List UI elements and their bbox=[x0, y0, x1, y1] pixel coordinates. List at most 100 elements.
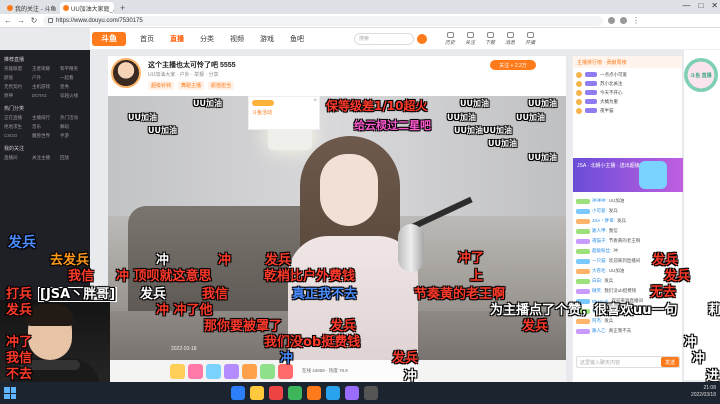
sidebar-item[interactable]: 主播排行 bbox=[32, 115, 58, 121]
rank-row[interactable]: 一点点小可爱 bbox=[576, 70, 679, 79]
danmaku-message: 我信 bbox=[68, 269, 95, 284]
rank-header[interactable]: 主播排行榜 · 贡献周榜 bbox=[573, 56, 682, 68]
rank-row[interactable]: 苏小北关注 bbox=[576, 79, 679, 88]
extension-icon[interactable] bbox=[608, 17, 615, 24]
nav-video[interactable]: 视频 bbox=[230, 34, 244, 44]
fan-badge bbox=[576, 328, 590, 334]
sidebar-section-title: 我的关注 bbox=[4, 146, 25, 152]
sidebar-item[interactable]: CSGO bbox=[4, 133, 30, 139]
fan-badge bbox=[585, 90, 597, 95]
new-tab-button[interactable]: + bbox=[116, 2, 129, 14]
nav-fishbar[interactable]: 鱼吧 bbox=[290, 34, 304, 44]
taskbar-app-icon[interactable] bbox=[345, 386, 359, 400]
taskbar-app-icon[interactable] bbox=[250, 386, 264, 400]
sidebar-item[interactable]: 英雄联盟 bbox=[4, 66, 30, 72]
room-meta: UU加油大家 · 户外 · 举报 · 分享 bbox=[148, 72, 219, 78]
nav-game[interactable]: 游戏 bbox=[260, 34, 274, 44]
ad-banner[interactable]: 斗鱼活动 × bbox=[248, 96, 320, 130]
rank-row[interactable]: 今天不开心 bbox=[576, 88, 679, 97]
taskbar-app-icon[interactable] bbox=[269, 386, 283, 400]
sidebar-item[interactable]: 主机游戏 bbox=[32, 84, 58, 90]
rank-row[interactable]: 大橘为重 bbox=[576, 97, 679, 106]
history-button[interactable]: 历史 bbox=[445, 31, 455, 46]
taskbar-app-icon[interactable] bbox=[307, 386, 321, 400]
browser-menu-icon[interactable]: ⋮ bbox=[632, 16, 640, 25]
windows-start-icon[interactable] bbox=[4, 387, 16, 399]
nav-category[interactable]: 分类 bbox=[200, 34, 214, 44]
gift-icon[interactable] bbox=[170, 363, 185, 379]
room-tag[interactable]: 超级铃铛 bbox=[148, 81, 175, 90]
taskbar-app-icon[interactable] bbox=[288, 386, 302, 400]
messages-button[interactable]: 消息 bbox=[505, 31, 515, 46]
sidebar-item[interactable]: 关注主播 bbox=[32, 155, 58, 161]
chat-message[interactable]: 冲冲冲: UU加油 bbox=[576, 196, 680, 206]
gift-icon[interactable] bbox=[206, 363, 221, 379]
sidebar-item[interactable]: 穿越火线 bbox=[60, 93, 86, 99]
sidebar-item[interactable]: 正在直播 bbox=[4, 115, 30, 121]
sidebar-item[interactable]: 魔兽世界 bbox=[32, 133, 58, 139]
sidebar-item[interactable]: 音乐 bbox=[32, 124, 58, 130]
danmaku-message: UU加油UU加油 bbox=[454, 126, 512, 135]
browser-tab-1[interactable]: 我的关注 - 斗鱼 ✕ bbox=[4, 2, 58, 14]
sidebar-item[interactable]: 一起看 bbox=[60, 75, 86, 81]
sidebar-item[interactable]: 无畏契约 bbox=[4, 84, 30, 90]
start-stream-button[interactable]: 开播 bbox=[525, 31, 535, 46]
sidebar-item[interactable]: 王者荣耀 bbox=[32, 66, 58, 72]
chat-message[interactable]: JSA丶胖哥: 发兵 bbox=[576, 216, 680, 226]
follow-list-button[interactable]: 关注 bbox=[465, 31, 475, 46]
system-clock[interactable]: 21:08 2022/03/18 bbox=[691, 385, 716, 399]
taskbar-app-icon[interactable] bbox=[364, 386, 378, 400]
sidebar-item[interactable]: 热门活动 bbox=[60, 115, 86, 121]
taskbar-app-icon[interactable] bbox=[231, 386, 245, 400]
gift-icon[interactable] bbox=[224, 363, 239, 379]
gift-icon[interactable] bbox=[260, 363, 275, 379]
fan-badge bbox=[576, 278, 590, 284]
sidebar-item[interactable]: 户外 bbox=[32, 75, 58, 81]
chat-message[interactable]: 路人甲: 我信 bbox=[576, 226, 680, 236]
nav-live[interactable]: 直播 bbox=[170, 34, 184, 44]
rank-row[interactable]: 夜半猫 bbox=[576, 106, 679, 115]
forward-arrow-icon[interactable]: → bbox=[17, 16, 25, 25]
search-input[interactable]: 搜索 bbox=[354, 32, 414, 45]
sidebar-item[interactable]: 手游 bbox=[60, 133, 86, 139]
tab-favicon-icon bbox=[63, 5, 69, 11]
search-icon[interactable] bbox=[417, 33, 427, 44]
rocket-gift-icon bbox=[639, 161, 667, 189]
browser-tab-2[interactable]: UU加油大家庭_户外直播 ✕ bbox=[60, 2, 114, 14]
streamer-avatar[interactable] bbox=[111, 58, 141, 88]
profile-icon[interactable] bbox=[620, 17, 627, 24]
sidebar-item[interactable]: 颜值 bbox=[4, 75, 30, 81]
download-button[interactable]: 下载 bbox=[485, 31, 495, 46]
nav-home[interactable]: 首页 bbox=[140, 34, 154, 44]
sidebar-item[interactable]: 回放 bbox=[60, 155, 86, 161]
close-window-button[interactable]: ✕ bbox=[711, 1, 718, 10]
chat-message[interactable]: 夜猫子: 节奏黄的老王啊 bbox=[576, 236, 680, 246]
ad-close-icon[interactable]: × bbox=[313, 98, 317, 104]
room-tag[interactable]: 颜值担当 bbox=[208, 81, 235, 90]
danmaku-message: 发兵 bbox=[265, 253, 292, 268]
site-header: 斗鱼 首页 直播 分类 视频 游戏 鱼吧 搜索 历史 关注 下载 消息 开播 bbox=[90, 28, 720, 50]
site-logo[interactable]: 斗鱼 bbox=[92, 31, 126, 46]
gift-icon[interactable] bbox=[188, 363, 203, 379]
taskbar-app-icon[interactable] bbox=[326, 386, 340, 400]
sidebar-item[interactable]: 星秀 bbox=[60, 84, 86, 90]
room-tag[interactable]: 舞蹈主播 bbox=[178, 81, 205, 90]
sidebar-item[interactable]: 和平精英 bbox=[60, 66, 86, 72]
mascot-badge[interactable]: 斗鱼 直播 bbox=[684, 58, 718, 92]
maximize-button[interactable]: □ bbox=[698, 1, 703, 10]
sidebar-item[interactable]: 原神 bbox=[4, 93, 30, 99]
back-arrow-icon[interactable]: ← bbox=[4, 16, 12, 25]
chat-message[interactable]: 路人乙: 真正我不去 bbox=[576, 326, 680, 336]
reload-icon[interactable]: ↻ bbox=[30, 16, 38, 25]
chat-message[interactable]: 小可爱: 发兵 bbox=[576, 206, 680, 216]
sidebar-item[interactable]: 绝地求生 bbox=[4, 124, 30, 130]
send-button[interactable]: 发送 bbox=[661, 357, 679, 367]
minimize-button[interactable]: — bbox=[682, 1, 690, 10]
gift-icon[interactable] bbox=[242, 363, 257, 379]
sidebar-item[interactable]: 直播间 bbox=[4, 155, 30, 161]
room-title: 这个主播也太可怜了吧 5555 bbox=[148, 62, 236, 69]
sidebar-item[interactable]: 舞蹈 bbox=[60, 124, 86, 130]
follow-button[interactable]: 关注 + 2.2万 bbox=[490, 60, 536, 70]
sidebar-item[interactable]: DOTA2 bbox=[32, 93, 58, 99]
url-input[interactable]: https://www.douyu.com/7530175 bbox=[43, 15, 603, 26]
